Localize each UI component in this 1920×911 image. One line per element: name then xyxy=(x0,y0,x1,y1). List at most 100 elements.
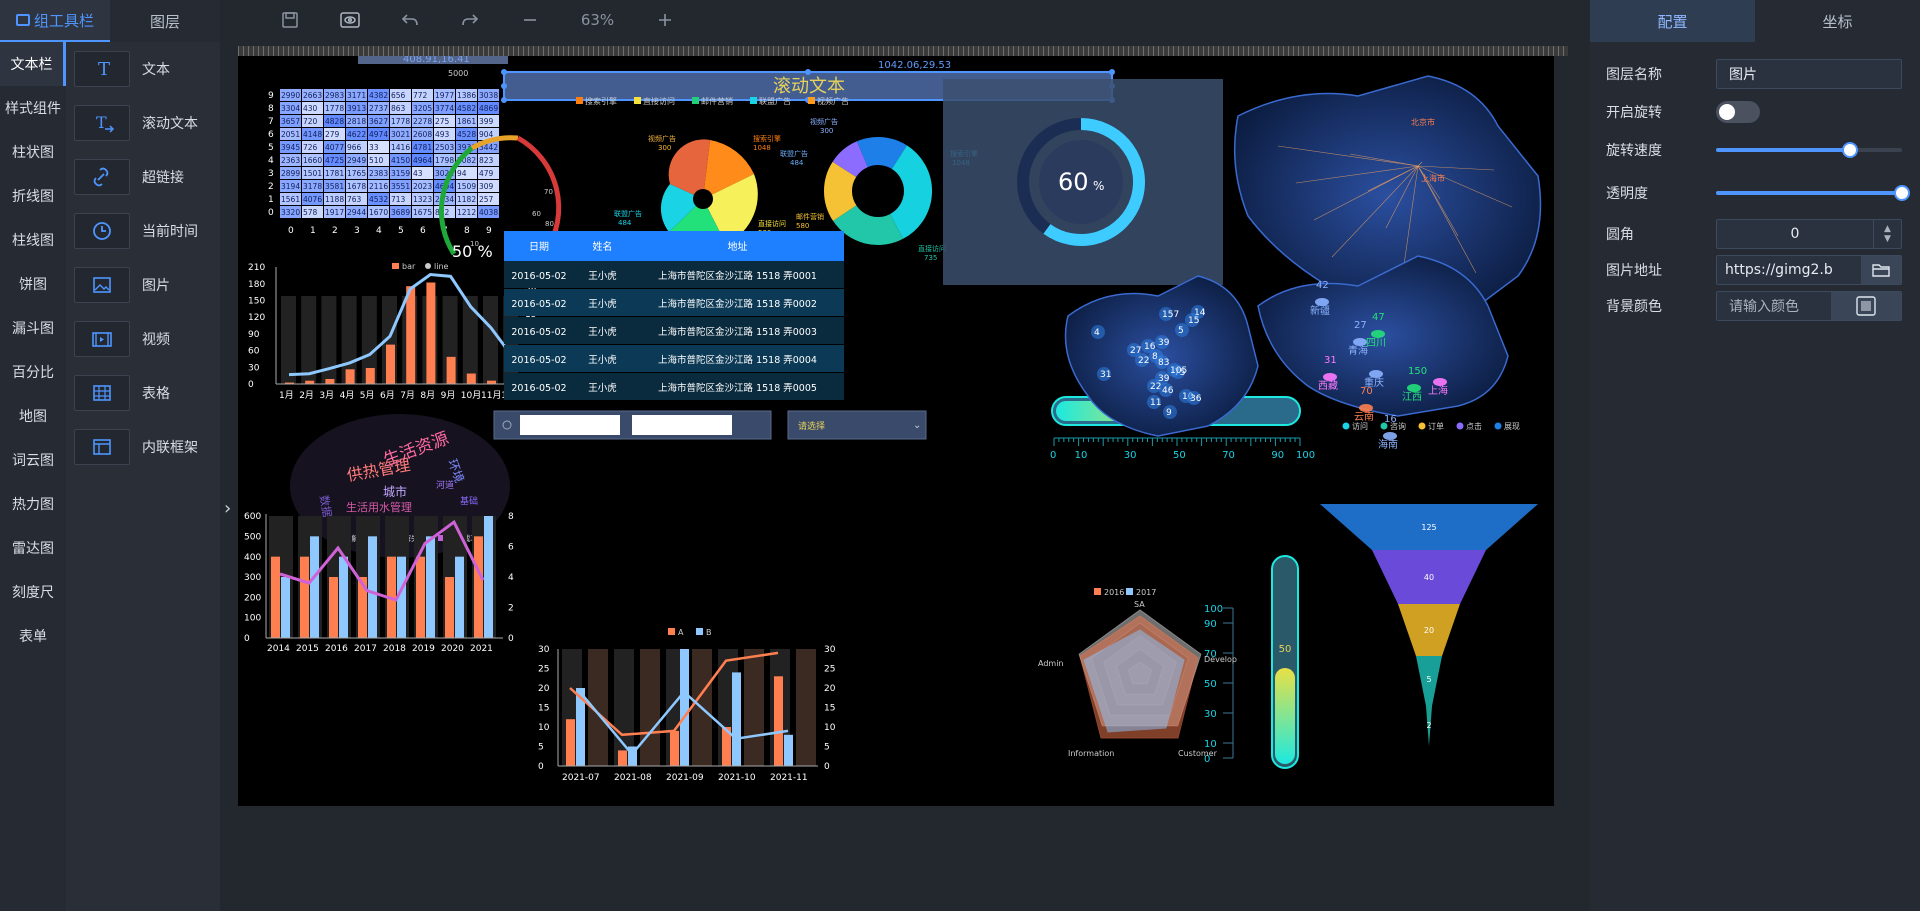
chevron-down-icon: ⌄ xyxy=(913,420,921,431)
heatmap-value: 823 xyxy=(479,156,494,165)
table-cell: 上海市普陀区金沙江路 1518 弄0003 xyxy=(658,326,817,338)
category-item[interactable]: 热力图 xyxy=(0,482,66,526)
speed-slider[interactable] xyxy=(1716,142,1902,158)
x-tick: 2021-07 xyxy=(562,773,600,783)
tab-coordinates[interactable]: 坐标 xyxy=(1755,0,1920,42)
layer-name-input[interactable]: 图片 xyxy=(1716,59,1902,89)
map-pin xyxy=(1315,298,1329,306)
category-item[interactable]: 表单 xyxy=(0,614,66,658)
component-item[interactable]: 超链接 xyxy=(74,157,219,197)
color-picker-button[interactable] xyxy=(1831,292,1901,320)
legend-swatch xyxy=(750,97,757,104)
x-tick: 2014 xyxy=(267,644,290,654)
x-tick: 8月 xyxy=(420,390,435,401)
rose-label: 1048 xyxy=(753,144,771,152)
zoom-out-button[interactable] xyxy=(500,2,560,38)
component-item[interactable]: 内联框架 xyxy=(74,427,219,467)
opacity-slider-knob[interactable] xyxy=(1894,185,1910,201)
stepper-down-icon[interactable]: ▼ xyxy=(1884,234,1891,244)
table-header: 姓名 xyxy=(593,240,613,253)
y2-tick: 6 xyxy=(508,543,514,553)
heatmap-value: 3689 xyxy=(391,208,410,217)
heatmap-value: 3194 xyxy=(281,182,300,191)
save-button[interactable] xyxy=(260,2,320,38)
y-tick: 200 xyxy=(244,593,261,603)
undo-button[interactable] xyxy=(380,2,440,38)
heatmap-value: 4532 xyxy=(369,195,388,204)
redo-button[interactable] xyxy=(440,2,500,38)
speed-slider-knob[interactable] xyxy=(1841,142,1858,158)
rotate-toggle[interactable] xyxy=(1716,101,1760,123)
x-tick: 3月 xyxy=(319,390,334,401)
component-item[interactable]: 当前时间 xyxy=(74,211,219,251)
opacity-slider[interactable] xyxy=(1716,185,1910,201)
plus-icon xyxy=(659,14,671,26)
tab-toolbox-label: 组工具栏 xyxy=(33,11,94,30)
category-item[interactable]: 样式组件 xyxy=(0,86,66,130)
category-item[interactable]: 刻度尺 xyxy=(0,570,66,614)
y2-tick: 15 xyxy=(824,704,835,714)
heatmap-x-tick: 9 xyxy=(486,226,492,236)
legend-swatch xyxy=(696,628,703,635)
y-tick: 15 xyxy=(538,704,549,714)
heatmap-value: 510 xyxy=(369,156,384,165)
donut-label: 直接访问 xyxy=(918,244,946,253)
funnel-value: 40 xyxy=(1424,573,1434,582)
component-item[interactable]: T 文本 xyxy=(74,49,219,89)
radius-value[interactable]: 0 xyxy=(1717,226,1873,242)
tab-config[interactable]: 配置 xyxy=(1590,0,1755,42)
category-item[interactable]: 地图 xyxy=(0,394,66,438)
table-cell: 王小虎 xyxy=(588,270,617,282)
thermo-fill xyxy=(1275,668,1295,764)
y2-tick: 2 xyxy=(508,604,514,614)
gauge-tick: 70 xyxy=(544,188,553,196)
folder-button[interactable] xyxy=(1861,256,1901,284)
zoom-in-button[interactable] xyxy=(635,2,695,38)
heatmap-value: 4038 xyxy=(479,208,498,217)
component-item[interactable]: 表格 xyxy=(74,373,219,413)
component-label: 内联框架 xyxy=(142,440,198,456)
properties-tabs: 配置 坐标 xyxy=(1590,0,1920,42)
component-item[interactable]: T 滚动文本 xyxy=(74,103,219,143)
heatmap-x-tick: 4 xyxy=(376,226,382,236)
layer-name-label: 图层名称 xyxy=(1606,67,1662,83)
category-item[interactable]: 折线图 xyxy=(0,174,66,218)
category-item[interactable]: 漏斗图 xyxy=(0,306,66,350)
thermo-tick: 90 xyxy=(1204,619,1217,630)
collapse-arrow-icon[interactable]: › xyxy=(224,498,231,519)
category-item[interactable]: 雷达图 xyxy=(0,526,66,570)
stepper-up-icon[interactable]: ▲ xyxy=(1884,224,1891,234)
progress-tick: 90 xyxy=(1271,450,1284,461)
bar-background xyxy=(744,649,764,766)
x-tick: 2021 xyxy=(470,644,493,654)
ring-value: 60 xyxy=(1058,168,1089,196)
category-item[interactable]: 文本栏 xyxy=(0,42,66,86)
heatmap-value: 4781 xyxy=(413,143,432,152)
category-item[interactable]: 柱状图 xyxy=(0,130,66,174)
x-tick: 2021-11 xyxy=(770,773,808,783)
component-item[interactable]: 视频 xyxy=(74,319,219,359)
heatmap-value: 2949 xyxy=(347,156,366,165)
category-item[interactable]: 词云图 xyxy=(0,438,66,482)
design-canvas[interactable]: 滚动文本408.91,16.411042.06,29.5350002990266… xyxy=(238,56,1554,806)
tab-toolbox[interactable]: 组工具栏 xyxy=(0,0,110,42)
url-input[interactable]: https://gimg2.b xyxy=(1717,256,1861,284)
thermo-tick: 100 xyxy=(1204,604,1223,615)
bar xyxy=(300,556,309,638)
x-tick: 1月 xyxy=(279,390,294,401)
bg-color-input[interactable]: 请输入颜色 xyxy=(1717,292,1831,320)
map-pin xyxy=(1369,370,1383,378)
tab-layers[interactable]: 图层 xyxy=(110,0,220,42)
toolbar: 63% xyxy=(220,0,1590,40)
category-item[interactable]: 百分比 xyxy=(0,350,66,394)
thermo-value: 50 xyxy=(1279,644,1292,655)
component-item[interactable]: 图片 xyxy=(74,265,219,305)
category-item[interactable]: 柱线图 xyxy=(0,218,66,262)
bar xyxy=(426,282,436,384)
donut-label: 邮件营销 xyxy=(796,212,824,221)
preview-button[interactable] xyxy=(320,2,380,38)
legend-label: 展现 xyxy=(1504,422,1520,431)
category-item[interactable]: 饼图 xyxy=(0,262,66,306)
radius-stepper[interactable]: 0 ▲ ▼ xyxy=(1716,219,1902,249)
heatmap-value: 43 xyxy=(413,169,423,178)
